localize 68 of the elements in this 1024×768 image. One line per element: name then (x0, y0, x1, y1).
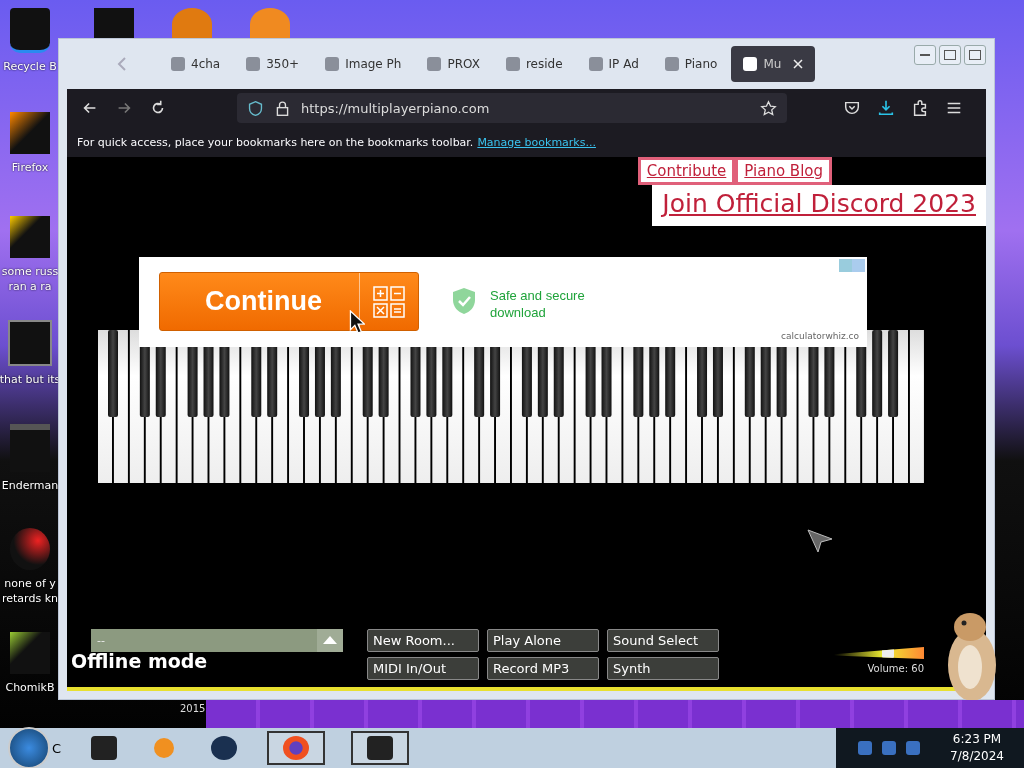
manage-bookmarks-link[interactable]: Manage bookmarks... (477, 135, 596, 149)
download-icon[interactable] (877, 99, 895, 117)
piano-button[interactable]: Synth (607, 657, 719, 680)
maximize-button[interactable] (939, 45, 961, 65)
favicon-icon (171, 57, 185, 71)
browser-tab[interactable]: Mu (731, 46, 816, 82)
browser-tab[interactable]: Piano (652, 46, 730, 82)
piano-button[interactable]: Sound Select (607, 629, 719, 652)
desktop-icon-label[interactable]: some russ ran a ra (1, 264, 59, 294)
ad-domain: calculatorwhiz.co (781, 331, 859, 341)
favicon-icon (505, 57, 520, 71)
address-bar[interactable]: https://multiplayerpiano.com (237, 93, 787, 123)
pocket-icon[interactable] (843, 99, 861, 117)
desktop-icon[interactable] (10, 8, 50, 53)
status-text: Offline mode (71, 650, 209, 672)
desktop-icon-label[interactable]: Enderman (1, 478, 59, 493)
close-icon[interactable] (793, 59, 804, 69)
piano-button[interactable]: Record MP3 (487, 657, 599, 680)
lock-icon[interactable] (274, 99, 291, 117)
desktop-icon[interactable] (10, 528, 50, 570)
page-link[interactable]: Contribute (637, 157, 736, 185)
ad-message: Safe and secure download (490, 287, 586, 321)
volume-label: Volume: 60 (867, 663, 924, 674)
app-icon[interactable] (172, 8, 212, 40)
desktop-icon[interactable] (10, 632, 50, 674)
tray-icon[interactable] (882, 741, 897, 755)
favicon-icon (588, 57, 603, 71)
desktop-icon-label[interactable]: ChomikB (5, 680, 55, 695)
desktop-icon-label[interactable]: Firefox (11, 160, 49, 175)
favicon-icon (246, 57, 261, 71)
favicon-icon (743, 57, 758, 71)
start-label: C (52, 740, 62, 756)
browser-tab[interactable]: PROX (415, 46, 492, 82)
favicon-icon (325, 57, 340, 71)
desktop-icon[interactable] (10, 112, 50, 154)
desktop-icon-label[interactable]: Recycle B (3, 59, 57, 74)
piano-keyboard-drawing[interactable] (97, 330, 925, 483)
tray-icon[interactable] (906, 741, 921, 755)
browser-tab[interactable]: 350+ (234, 46, 312, 82)
page-link[interactable]: Piano Blog (735, 157, 832, 185)
taskbar-screen-icon[interactable] (351, 731, 410, 765)
browser-tab[interactable]: IP Ad (576, 46, 651, 82)
desktop-icon-label[interactable]: none of y retards kn (2, 576, 58, 606)
browser-tab[interactable]: Image Ph (313, 46, 414, 82)
volume-slider[interactable] (834, 647, 924, 659)
minimize-button[interactable] (914, 45, 936, 65)
discord-link[interactable]: Join Official Discord 2023 (652, 185, 986, 226)
favicon-icon (664, 57, 679, 71)
mouse-cursor-icon (349, 310, 365, 334)
bookmarks-hint: For quick access, place your bookmarks here on the bookmarks toolbar. (77, 135, 474, 149)
favicon-icon (427, 57, 442, 71)
shield-icon[interactable] (247, 99, 264, 117)
star-icon[interactable] (760, 99, 777, 117)
puzzle-icon[interactable] (911, 99, 929, 117)
shield-check-icon (452, 287, 476, 315)
app-icon[interactable] (250, 8, 290, 40)
browser-tab[interactable]: 4cha (159, 46, 233, 82)
wallpaper-caption: 2015 (180, 703, 206, 714)
cursor-arrow-icon (807, 529, 833, 553)
desktop-icon[interactable] (10, 216, 50, 258)
piano-button[interactable]: New Room... (367, 629, 479, 652)
piano-button[interactable]: Play Alone (487, 629, 599, 652)
browser-tab[interactable]: reside (493, 46, 575, 82)
desktop-icon[interactable] (8, 320, 52, 366)
volume-thumb[interactable] (882, 647, 894, 659)
piano-button[interactable]: MIDI In/Out (367, 657, 479, 680)
tray-icon[interactable] (858, 741, 873, 755)
start-button[interactable] (8, 727, 50, 768)
